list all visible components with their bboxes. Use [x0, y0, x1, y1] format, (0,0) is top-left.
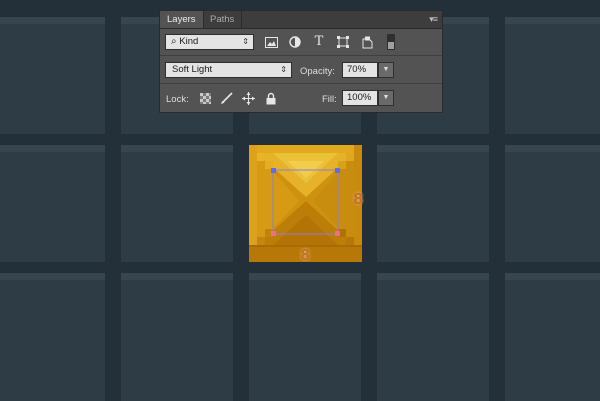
opacity-dropdown-button[interactable]: ▼ [378, 62, 394, 78]
fill-input[interactable]: 100% [342, 90, 378, 106]
canvas-tile [249, 273, 361, 401]
transform-handle-top-left[interactable] [271, 168, 276, 173]
adjustment-filter-icon[interactable] [288, 35, 302, 49]
panel-menu-icon[interactable]: ▾≡ [429, 14, 438, 25]
canvas-tile [0, 17, 105, 134]
canvas-tile [505, 273, 600, 401]
chevron-updown-icon: ⇕ [242, 37, 249, 46]
blend-mode-value: Soft Light [172, 64, 213, 75]
filter-kind-select[interactable]: ⌕ Kind ⇕ [165, 34, 254, 50]
lock-label: Lock: [166, 94, 189, 105]
fill-dropdown-button[interactable]: ▼ [378, 90, 394, 106]
blend-mode-select[interactable]: Soft Light ⇕ [165, 62, 292, 78]
lock-transparent-pixels-icon[interactable] [198, 91, 212, 105]
canvas-tile [505, 17, 600, 134]
smart-object-filter-icon[interactable] [360, 35, 374, 49]
filter-kind-value: Kind [179, 36, 199, 47]
tab-layers[interactable]: Layers [160, 11, 204, 28]
search-icon: ⌕ [171, 36, 177, 47]
fill-label: Fill: [322, 94, 337, 105]
transform-handle-top-right[interactable] [335, 168, 340, 173]
canvas-tile [0, 273, 105, 401]
lock-position-icon[interactable] [241, 91, 255, 105]
opacity-label: Opacity: [300, 66, 335, 77]
opacity-input[interactable]: 70% [342, 62, 378, 78]
blend-row: Soft Light ⇕ Opacity: 70% ▼ [160, 57, 442, 84]
panel-tab-bar: Layers Paths ▾≡ [160, 11, 442, 29]
filter-toggle-icon[interactable] [384, 34, 398, 50]
filter-row: ⌕ Kind ⇕ T [160, 29, 442, 56]
canvas-tile [121, 145, 233, 262]
opacity-value: 70% [347, 64, 367, 75]
image-filter-icon[interactable] [264, 35, 278, 49]
type-filter-icon[interactable]: T [312, 35, 326, 49]
gold-tile-artwork [249, 145, 362, 262]
fill-value: 100% [347, 92, 372, 103]
chevron-down-icon: ▼ [382, 94, 390, 101]
transform-handle-bottom-left[interactable] [271, 231, 276, 236]
gold-pixel-tile[interactable] [249, 145, 362, 262]
shape-filter-icon[interactable] [336, 35, 350, 49]
canvas-tile [377, 145, 489, 262]
chevron-down-icon: ▼ [382, 66, 390, 73]
canvas-tile [377, 273, 489, 401]
canvas-tile [121, 273, 233, 401]
lock-row: Lock: Fill: 100% ▼ [160, 85, 442, 111]
lock-image-pixels-icon[interactable] [219, 91, 233, 105]
canvas-tile [505, 145, 600, 262]
dimension-badge-bottom: 8 [300, 246, 311, 264]
transform-handle-bottom-right[interactable] [335, 231, 340, 236]
dimension-badge-right: 8 [353, 190, 364, 208]
lock-all-icon[interactable] [264, 91, 278, 105]
chevron-updown-icon: ⇕ [280, 65, 287, 74]
layers-panel: Layers Paths ▾≡ ⌕ Kind ⇕ T Soft Light ⇕ … [159, 10, 443, 113]
canvas-tile [0, 145, 105, 262]
tab-paths[interactable]: Paths [203, 11, 243, 28]
